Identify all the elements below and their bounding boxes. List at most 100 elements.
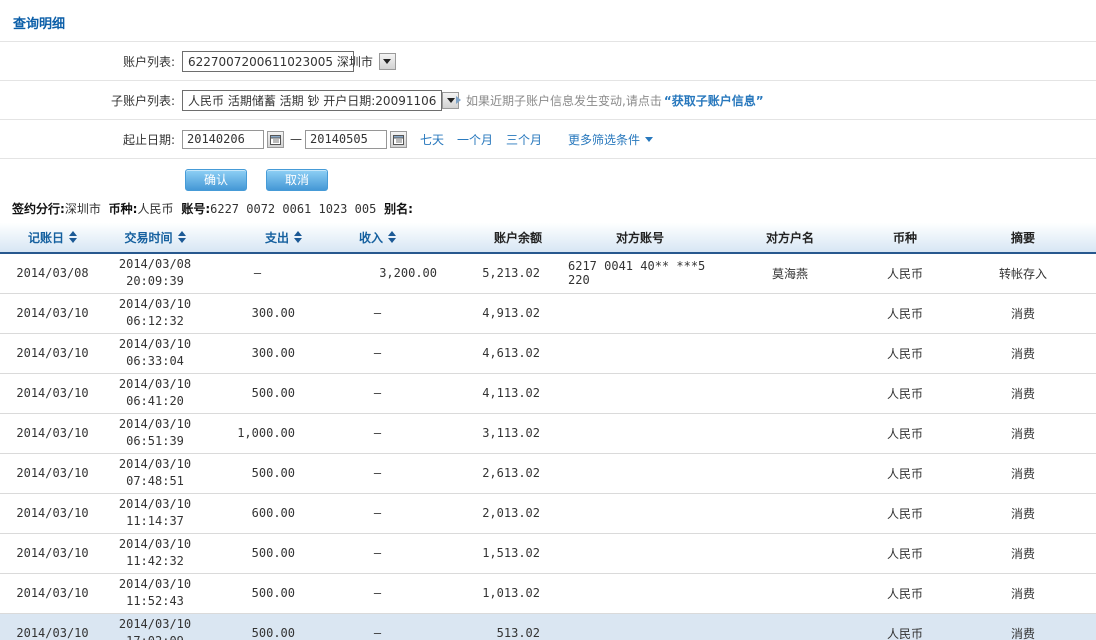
subaccount-select[interactable]: 人民币 活期储蓄 活期 钞 开户日期:20091106 <box>182 90 442 111</box>
income-cell: – <box>310 493 445 533</box>
record-date-cell: 2014/03/10 <box>0 413 105 453</box>
counterparty-name-cell <box>720 613 860 640</box>
table-row: 2014/03/08 2014/03/0820:09:39 – 3,200.00… <box>0 253 1096 293</box>
counterparty-account-cell <box>560 293 720 333</box>
counterparty-account-cell: 6217 0041 40** ***5 220 <box>560 253 720 293</box>
income-cell: – <box>310 333 445 373</box>
transaction-time-cell: 2014/03/1006:12:32 <box>105 293 205 333</box>
counterparty-account-cell <box>560 613 720 640</box>
income-cell: – <box>310 573 445 613</box>
expense-cell: 500.00 <box>205 373 310 413</box>
income-cell: – <box>310 453 445 493</box>
counterparty-account-cell <box>560 413 720 453</box>
balance-cell: 2,013.02 <box>445 493 560 533</box>
table-row: 2014/03/10 2014/03/1011:42:32 500.00 – 1… <box>0 533 1096 573</box>
balance-cell: 513.02 <box>445 613 560 640</box>
column-header[interactable]: 收入 <box>310 223 445 253</box>
more-filters-link[interactable]: 更多筛选条件 <box>568 131 653 148</box>
column-header[interactable]: 交易时间 <box>105 223 205 253</box>
record-date-cell: 2014/03/10 <box>0 453 105 493</box>
transaction-time-cell: 2014/03/1017:02:09 <box>105 613 205 640</box>
summary-cell: 消费 <box>950 413 1096 453</box>
column-header: 对方账号 <box>560 223 720 253</box>
summary-cell: 消费 <box>950 293 1096 333</box>
table-row: 2014/03/10 2014/03/1017:02:09 500.00 – 5… <box>0 613 1096 640</box>
counterparty-name-cell: 莫海燕 <box>720 253 860 293</box>
balance-cell: 3,113.02 <box>445 413 560 453</box>
quick-range-7days[interactable]: 七天 <box>420 131 444 148</box>
dropdown-arrow-icon[interactable] <box>379 53 396 70</box>
summary-cell: 消费 <box>950 333 1096 373</box>
summary-cell: 消费 <box>950 573 1096 613</box>
confirm-button[interactable]: 确认 <box>185 169 247 191</box>
account-number-value: 6227 0072 0061 1023 005 <box>210 202 376 216</box>
date-from-input[interactable] <box>182 130 264 149</box>
record-date-cell: 2014/03/10 <box>0 533 105 573</box>
account-list-label: 账户列表: <box>0 53 175 70</box>
column-header: 对方户名 <box>720 223 860 253</box>
subaccount-select-value: 人民币 活期储蓄 活期 钞 开户日期:20091106 <box>183 92 441 109</box>
expense-cell: 500.00 <box>205 533 310 573</box>
table-row: 2014/03/10 2014/03/1006:12:32 300.00 – 4… <box>0 293 1096 333</box>
summary-cell: 消费 <box>950 373 1096 413</box>
balance-cell: 2,613.02 <box>445 453 560 493</box>
sort-icon[interactable] <box>69 231 77 243</box>
summary-cell: 消费 <box>950 453 1096 493</box>
transaction-time-cell: 2014/03/1006:51:39 <box>105 413 205 453</box>
calendar-icon[interactable] <box>267 131 284 148</box>
transaction-time-cell: 2014/03/1011:42:32 <box>105 533 205 573</box>
branch-label: 签约分行: <box>12 202 65 216</box>
column-header-label: 摘要 <box>1011 231 1035 245</box>
date-to-input[interactable] <box>305 130 387 149</box>
currency-label: 币种: <box>109 202 138 216</box>
quick-range-3months[interactable]: 三个月 <box>506 131 542 148</box>
expense-cell: 500.00 <box>205 453 310 493</box>
transaction-time-cell: 2014/03/1011:52:43 <box>105 573 205 613</box>
column-header-label: 支出 <box>265 231 289 245</box>
table-row: 2014/03/10 2014/03/1006:41:20 500.00 – 4… <box>0 373 1096 413</box>
record-date-cell: 2014/03/10 <box>0 333 105 373</box>
table-row: 2014/03/10 2014/03/1011:52:43 500.00 – 1… <box>0 573 1096 613</box>
currency-cell: 人民币 <box>860 533 950 573</box>
currency-cell: 人民币 <box>860 493 950 533</box>
transaction-time-cell: 2014/03/1007:48:51 <box>105 453 205 493</box>
account-select[interactable]: 6227007200611023005 深圳市 <box>182 51 354 72</box>
transaction-time-cell: 2014/03/1006:41:20 <box>105 373 205 413</box>
summary-cell: 消费 <box>950 533 1096 573</box>
currency-cell: 人民币 <box>860 413 950 453</box>
currency-cell: 人民币 <box>860 613 950 640</box>
refresh-subaccount-link[interactable]: “获取子账户信息” <box>664 92 764 109</box>
column-header: 摘要 <box>950 223 1096 253</box>
balance-cell: 1,013.02 <box>445 573 560 613</box>
expense-cell: 1,000.00 <box>205 413 310 453</box>
column-header-label: 币种 <box>893 231 917 245</box>
expense-cell: 300.00 <box>205 333 310 373</box>
hint-text: 如果近期子账户信息发生变动,请点击 <box>466 92 662 109</box>
counterparty-account-cell <box>560 373 720 413</box>
column-header[interactable]: 记账日 <box>0 223 105 253</box>
table-row: 2014/03/10 2014/03/1011:14:37 600.00 – 2… <box>0 493 1096 533</box>
date-separator: — <box>290 132 302 146</box>
counterparty-account-cell <box>560 493 720 533</box>
calendar-icon[interactable] <box>390 131 407 148</box>
sort-icon[interactable] <box>388 231 396 243</box>
income-cell: 3,200.00 <box>310 253 445 293</box>
subaccount-hint: 如果近期子账户信息发生变动,请点击 “获取子账户信息” <box>456 92 764 109</box>
column-header-label: 交易时间 <box>124 231 172 245</box>
cancel-button[interactable]: 取消 <box>266 169 328 191</box>
counterparty-account-cell <box>560 453 720 493</box>
transaction-time-cell: 2014/03/0820:09:39 <box>105 253 205 293</box>
balance-cell: 4,913.02 <box>445 293 560 333</box>
sort-icon[interactable] <box>178 231 186 243</box>
table-header-row: 记账日 交易时间 支出 收入 账户余额 对方账号 对方户名 币种 摘要 <box>0 223 1096 253</box>
record-date-cell: 2014/03/10 <box>0 373 105 413</box>
summary-cell: 消费 <box>950 613 1096 640</box>
column-header-label: 记账日 <box>28 231 64 245</box>
divider <box>0 158 1096 159</box>
sort-icon[interactable] <box>294 231 302 243</box>
subaccount-filter-row: 子账户列表: 人民币 活期储蓄 活期 钞 开户日期:20091106 如果近期子… <box>0 81 1096 119</box>
table-row: 2014/03/10 2014/03/1007:48:51 500.00 – 2… <box>0 453 1096 493</box>
column-header[interactable]: 支出 <box>205 223 310 253</box>
column-header-label: 对方户名 <box>766 231 814 245</box>
quick-range-1month[interactable]: 一个月 <box>457 131 493 148</box>
